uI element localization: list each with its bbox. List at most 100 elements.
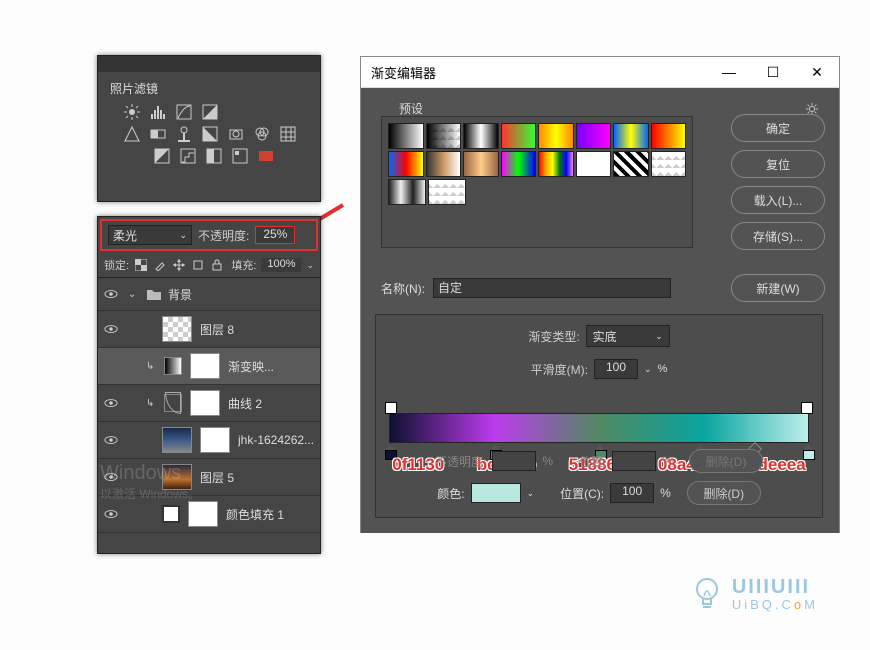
- exposure-icon[interactable]: [202, 104, 218, 120]
- adjustment-thumbnail[interactable]: [164, 357, 182, 375]
- close-button[interactable]: ✕: [795, 57, 839, 87]
- lock-brush-icon[interactable]: [153, 258, 167, 272]
- posterize-icon[interactable]: [180, 148, 196, 164]
- expand-icon[interactable]: ⌄: [124, 289, 144, 300]
- gradient-preset[interactable]: [501, 151, 537, 177]
- gradient-preset[interactable]: [428, 179, 466, 205]
- lock-transparent-icon[interactable]: [134, 258, 148, 272]
- color-swatch[interactable]: [471, 483, 521, 503]
- gradient-type-select[interactable]: 实底 ⌄: [586, 325, 670, 347]
- lock-artboard-icon[interactable]: [191, 258, 205, 272]
- chevron-down-icon: ⌄: [306, 260, 314, 271]
- ok-button[interactable]: 确定: [731, 114, 825, 142]
- visibility-toggle[interactable]: [98, 507, 124, 521]
- layer-row[interactable]: 图层 8: [98, 311, 320, 348]
- brightness-icon[interactable]: [124, 104, 140, 120]
- opacity-field[interactable]: 25%: [255, 226, 295, 244]
- gradient-type-label: 渐变类型:: [528, 328, 579, 345]
- layer-name[interactable]: 颜色填充 1: [226, 506, 284, 523]
- bw-icon[interactable]: [202, 126, 218, 142]
- layer-row[interactable]: 颜色填充 1: [98, 496, 320, 533]
- delete-color-stop-button[interactable]: 删除(D): [687, 481, 761, 505]
- mask-thumbnail[interactable]: [188, 501, 218, 527]
- layer-row[interactable]: jhk-1624262...: [98, 422, 320, 459]
- reset-button[interactable]: 复位: [731, 150, 825, 178]
- visibility-toggle[interactable]: [98, 322, 124, 336]
- adjustments-row-1: [98, 101, 320, 123]
- gradient-preset[interactable]: [426, 123, 462, 149]
- gradient-preset[interactable]: [576, 123, 612, 149]
- levels-icon[interactable]: [150, 104, 166, 120]
- blend-mode-select[interactable]: 柔光 ⌄: [108, 225, 192, 245]
- mask-thumbnail[interactable]: [190, 353, 220, 379]
- layer-thumbnail[interactable]: [162, 316, 192, 342]
- smoothness-label: 平滑度(M):: [531, 361, 588, 378]
- gradient-preset[interactable]: [651, 123, 687, 149]
- layer-name[interactable]: 图层 8: [200, 321, 234, 338]
- selective-color-icon[interactable]: [232, 148, 248, 164]
- mask-thumbnail[interactable]: [200, 427, 230, 453]
- chevron-down-icon[interactable]: ⌄: [527, 488, 535, 499]
- gradient-preset[interactable]: [463, 123, 499, 149]
- vibrance-icon[interactable]: [124, 126, 140, 142]
- gradient-map-icon[interactable]: [258, 148, 274, 164]
- lock-all-icon[interactable]: [210, 258, 224, 272]
- gradient-name-input[interactable]: 自定: [433, 278, 671, 298]
- gradient-preset[interactable]: [651, 151, 687, 177]
- gradient-preset[interactable]: [538, 151, 574, 177]
- channel-mixer-icon[interactable]: [254, 126, 270, 142]
- lock-position-icon[interactable]: [172, 258, 186, 272]
- maximize-button[interactable]: ☐: [751, 57, 795, 87]
- color-lookup-icon[interactable]: [280, 126, 296, 142]
- layer-name[interactable]: 曲线 2: [228, 395, 262, 412]
- hue-icon[interactable]: [150, 126, 166, 142]
- gradient-preset[interactable]: [388, 123, 424, 149]
- gradient-preset[interactable]: [613, 151, 649, 177]
- chevron-down-icon: ⌄: [655, 331, 663, 342]
- invert-icon[interactable]: [154, 148, 170, 164]
- curves-icon[interactable]: [176, 104, 192, 120]
- layer-row[interactable]: ↳ 曲线 2: [98, 385, 320, 422]
- gradient-preset[interactable]: [463, 151, 499, 177]
- layer-name[interactable]: 图层 5: [200, 469, 234, 486]
- gradient-preview[interactable]: [389, 413, 809, 443]
- layer-name[interactable]: jhk-1624262...: [238, 433, 314, 447]
- group-row[interactable]: ⌄ 背景: [98, 278, 320, 311]
- adjustment-thumbnail[interactable]: [162, 505, 180, 523]
- opacity-stop[interactable]: [801, 402, 813, 414]
- layer-name[interactable]: 渐变映...: [228, 358, 274, 375]
- position-c-input[interactable]: 100: [610, 483, 654, 503]
- threshold-icon[interactable]: [206, 148, 222, 164]
- gradient-preset[interactable]: [388, 151, 424, 177]
- gradient-preset[interactable]: [538, 123, 574, 149]
- new-button[interactable]: 新建(W): [731, 274, 825, 302]
- gradient-preset[interactable]: [501, 123, 537, 149]
- layer-list: ⌄ 背景 图层 8 ↳ 渐变映... ↳ 曲线 2: [98, 277, 320, 533]
- smoothness-input[interactable]: 100: [594, 359, 638, 379]
- fill-field[interactable]: 100%: [261, 258, 301, 272]
- visibility-toggle[interactable]: [98, 470, 124, 484]
- minimize-button[interactable]: —: [707, 57, 751, 87]
- dialog-titlebar[interactable]: 渐变编辑器 — ☐ ✕: [361, 57, 839, 88]
- layer-row[interactable]: 图层 5: [98, 459, 320, 496]
- load-button[interactable]: 载入(L)...: [731, 186, 825, 214]
- lock-label: 锁定:: [104, 257, 129, 273]
- gradient-preset[interactable]: [388, 179, 426, 205]
- clip-icon: ↳: [144, 361, 160, 372]
- layer-thumbnail[interactable]: [162, 464, 192, 490]
- layer-row-selected[interactable]: ↳ 渐变映...: [98, 348, 320, 385]
- opacity-stop[interactable]: [385, 402, 397, 414]
- visibility-toggle[interactable]: [98, 396, 124, 410]
- visibility-toggle[interactable]: [98, 433, 124, 447]
- visibility-toggle[interactable]: [98, 287, 124, 301]
- gradient-preset[interactable]: [613, 123, 649, 149]
- mask-thumbnail[interactable]: [190, 390, 220, 416]
- photo-filter-icon[interactable]: [228, 126, 244, 142]
- gradient-preset[interactable]: [426, 151, 462, 177]
- adjustment-thumbnail[interactable]: [164, 394, 182, 412]
- folder-icon: [144, 287, 164, 301]
- layer-thumbnail[interactable]: [162, 427, 192, 453]
- color-balance-icon[interactable]: [176, 126, 192, 142]
- gradient-preset[interactable]: [576, 151, 612, 177]
- save-button[interactable]: 存储(S)...: [731, 222, 825, 250]
